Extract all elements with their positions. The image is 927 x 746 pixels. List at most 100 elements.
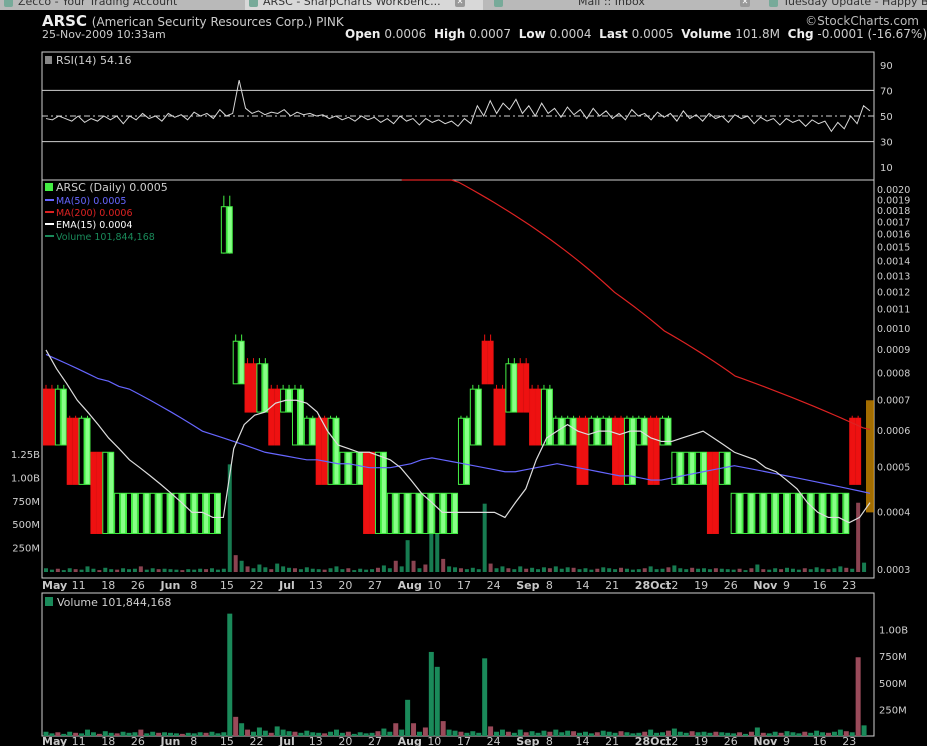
price-tick-label: 0.0006 <box>877 426 910 437</box>
volume-bar <box>618 731 624 736</box>
price-tick-label: 0.0017 <box>877 218 910 229</box>
price-panel-volume-bar <box>696 568 701 572</box>
price-candle-body <box>825 492 832 534</box>
volume-bar <box>505 731 511 736</box>
volume-x-tick-label: 11 <box>72 735 86 746</box>
price-panel-volume-bar <box>464 569 469 572</box>
price-candle-body <box>754 492 761 534</box>
price-panel-volume-bar <box>624 568 629 572</box>
price-tick-label: 0.0015 <box>877 243 910 254</box>
volume-x-tick-label: 8 <box>546 735 553 746</box>
price-candle-body <box>333 417 340 485</box>
price-panel-volume-bar <box>559 568 564 572</box>
price-candle-body <box>303 417 310 446</box>
volume-tick-label: 250M <box>879 705 907 716</box>
volume-bar <box>227 613 233 736</box>
volume-bar <box>446 729 452 736</box>
volume-bar <box>588 733 594 736</box>
price-panel-volume-bar <box>767 569 772 572</box>
volume-bar <box>197 732 203 736</box>
price-candle-body <box>784 492 791 534</box>
price-panel-volume-bar <box>737 568 742 572</box>
price-candle-body <box>262 363 269 413</box>
volume-bar <box>737 732 743 736</box>
price-candle-body <box>120 492 127 534</box>
volume-bar <box>351 733 357 736</box>
volume-bar <box>470 731 476 736</box>
volume-bar <box>743 733 749 736</box>
price-legend-ma200-label: MA(200) 0.0006 <box>56 208 133 219</box>
price-panel-volume-bar <box>67 568 72 572</box>
price-panel-volume-bar <box>275 563 280 572</box>
price-candle-body <box>208 492 215 534</box>
volume-bar <box>120 731 126 736</box>
price-panel-volume-bar <box>103 567 108 572</box>
price-candle-body <box>48 388 55 446</box>
volume-bar <box>790 732 796 736</box>
price-candle-body <box>114 492 121 534</box>
price-candle-body <box>843 492 850 534</box>
price-panel-volume-bar <box>773 568 778 572</box>
price-x-tick-label: 22 <box>249 579 263 592</box>
price-candle-body <box>369 451 376 534</box>
price-x-tick-label: 26 <box>724 579 738 592</box>
volume-bar <box>565 730 571 736</box>
price-candle-body <box>582 417 589 485</box>
price-panel-volume-bar <box>619 567 624 572</box>
price-panel-volume-bar <box>221 568 226 572</box>
price-x-tick-label: 18 <box>101 579 115 592</box>
price-panel-volume-bar <box>292 568 297 572</box>
volume-x-tick-label: 22 <box>249 735 263 746</box>
price-candle-body <box>351 451 358 485</box>
price-candle-body <box>410 492 417 534</box>
price-panel-volume-bar <box>423 564 428 572</box>
price-x-tick-label: 16 <box>813 579 827 592</box>
price-candle-body <box>677 451 684 485</box>
price-panel-volume-bar <box>245 566 250 572</box>
price-candle-body <box>795 492 802 534</box>
price-panel-volume-bar <box>654 569 659 572</box>
price-candle-body <box>807 492 814 534</box>
price-panel-volume-bar <box>779 569 784 572</box>
price-candle-body <box>831 492 838 534</box>
price-panel-volume-bar <box>826 569 831 572</box>
price-candle-body <box>297 388 304 446</box>
price-legend-ma50-label: MA(50) 0.0005 <box>56 196 126 207</box>
rsi-tick-label: 70 <box>880 86 893 97</box>
price-candle-body <box>155 492 162 534</box>
price-candle-body <box>813 492 820 534</box>
rsi-tick-label: 10 <box>880 163 893 174</box>
volume-bar <box>179 733 185 736</box>
volume-x-tick-label: May <box>42 735 67 746</box>
rsi-tick-label: 50 <box>880 112 893 123</box>
volume-bar <box>559 732 565 736</box>
price-x-tick-label: 10 <box>427 579 441 592</box>
price-panel-volume-bar <box>49 569 54 572</box>
price-candle-body <box>66 417 73 485</box>
price-panel-volume-bar <box>328 568 333 572</box>
price-panel-volume-bar <box>381 565 386 572</box>
price-x-tick-label: 11 <box>72 579 86 592</box>
price-candle-body <box>529 388 536 446</box>
price-panel-volume-bar <box>109 569 114 572</box>
price-candle-body <box>493 388 500 446</box>
price-candle-body <box>683 451 690 485</box>
price-candle-body <box>653 417 660 485</box>
price-panel-volume-bar <box>233 555 238 572</box>
price-panel-volume-bar <box>785 567 790 572</box>
volume-bar <box>233 716 239 736</box>
price-candle-body <box>523 363 530 413</box>
price-panel-volume-bar <box>607 568 612 572</box>
volume-bar <box>482 658 488 736</box>
price-panel-volume-bar <box>411 560 416 572</box>
price-panel-volume-bar <box>257 564 262 572</box>
price-panel-volume-bar <box>121 568 126 572</box>
price-x-tick-label: 23 <box>842 579 856 592</box>
price-panel-volume-bar <box>447 566 452 572</box>
price-candle-body <box>428 492 435 534</box>
volume-bar <box>499 729 505 736</box>
price-candle-body <box>386 492 393 534</box>
price-panel-volume-bar <box>287 567 292 572</box>
price-panel-volume-bar <box>536 569 541 572</box>
last-bar-highlight <box>866 400 874 513</box>
